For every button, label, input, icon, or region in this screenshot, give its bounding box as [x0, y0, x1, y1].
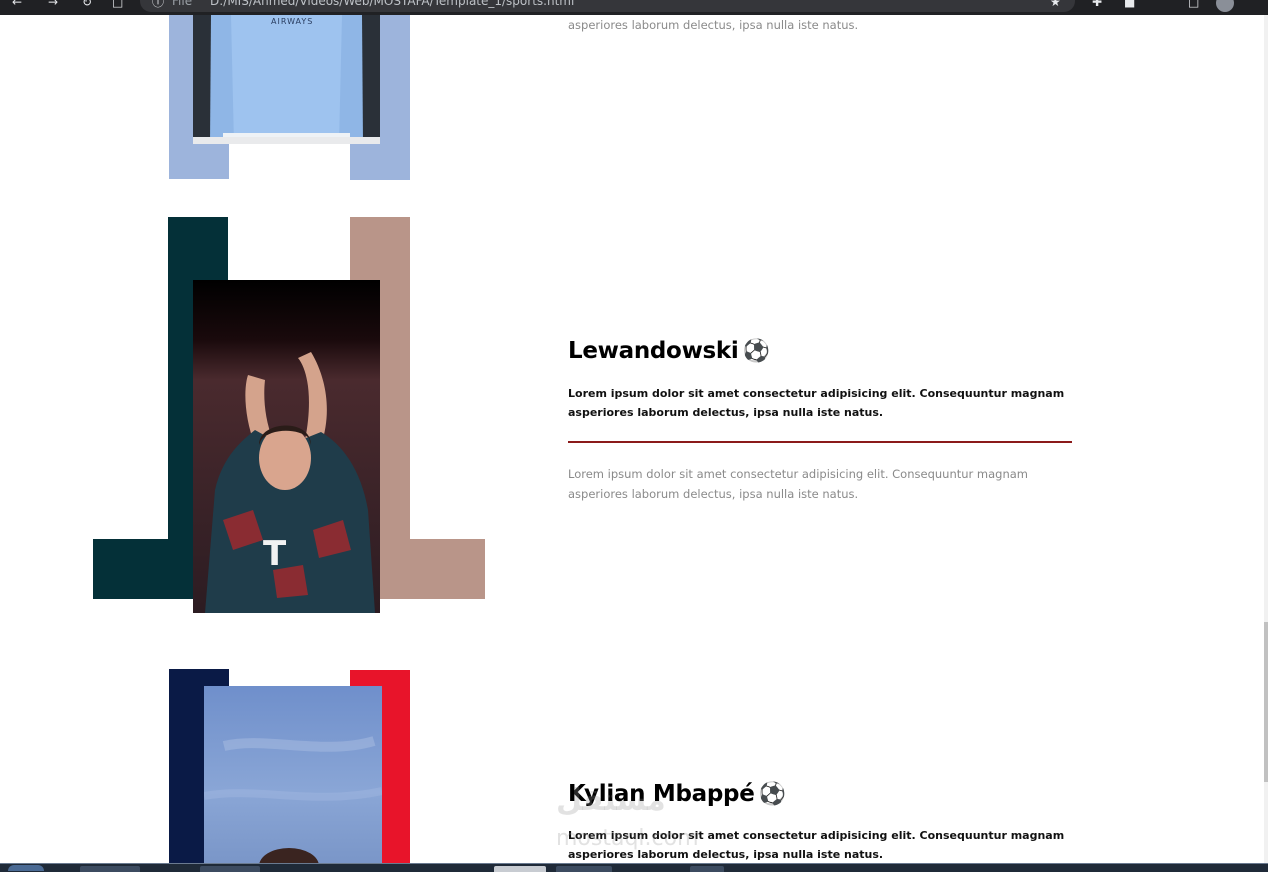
soccer-ball-icon: ⚽ [758, 782, 786, 807]
player-name: Lewandowski [568, 338, 739, 364]
player-description: asperiores laborum delectus, ipsa nulla … [568, 18, 859, 32]
home-icon[interactable]: □ [112, 0, 123, 8]
extension-icon[interactable]: ✚ [1092, 0, 1102, 8]
window-icon[interactable]: □ [1188, 0, 1199, 8]
jersey-sponsor: AIRWAYS [271, 17, 314, 26]
info-icon[interactable]: ⓘ [152, 0, 164, 8]
bookmark-star-icon[interactable]: ★ [1050, 0, 1061, 8]
taskbar-button[interactable] [556, 866, 612, 872]
browser-toolbar: ← → ↻ □ ⓘ File D:/MIS/Ahmed/Videos/Web/M… [0, 0, 1268, 15]
start-button[interactable] [8, 865, 44, 871]
back-icon[interactable]: ← [12, 0, 22, 8]
taskbar-button[interactable] [80, 866, 140, 872]
player-description: Lorem ipsum dolor sit amet consectetur a… [568, 467, 1028, 501]
taskbar-button-active[interactable] [494, 866, 546, 872]
puzzle-icon[interactable]: ■ [1124, 0, 1135, 8]
reload-icon[interactable]: ↻ [82, 0, 92, 8]
section-divider [568, 441, 1072, 443]
watermark-logo: مستقل [556, 783, 666, 818]
watermark-site: mostaql.com [556, 826, 699, 851]
url-text[interactable]: D:/MIS/Ahmed/Videos/Web/MOSTAFA/Template… [210, 0, 574, 8]
profile-avatar[interactable] [1216, 0, 1234, 12]
scrollbar-thumb[interactable] [1264, 622, 1268, 782]
player-photo-mbappe [204, 686, 382, 863]
svg-text:T: T [263, 534, 287, 574]
taskbar-button[interactable] [690, 866, 724, 872]
soccer-ball-icon: ⚽ [742, 339, 770, 364]
url-scheme-label: File [172, 0, 193, 8]
player-name-heading: Lewandowski ⚽ [568, 338, 770, 364]
player-summary: Lorem ipsum dolor sit amet consectetur a… [568, 387, 1065, 419]
forward-icon[interactable]: → [48, 0, 58, 8]
player-photo-lewandowski: T [193, 280, 380, 613]
player-photo-city: AIRWAYS [193, 15, 380, 144]
taskbar-button[interactable] [200, 866, 260, 872]
